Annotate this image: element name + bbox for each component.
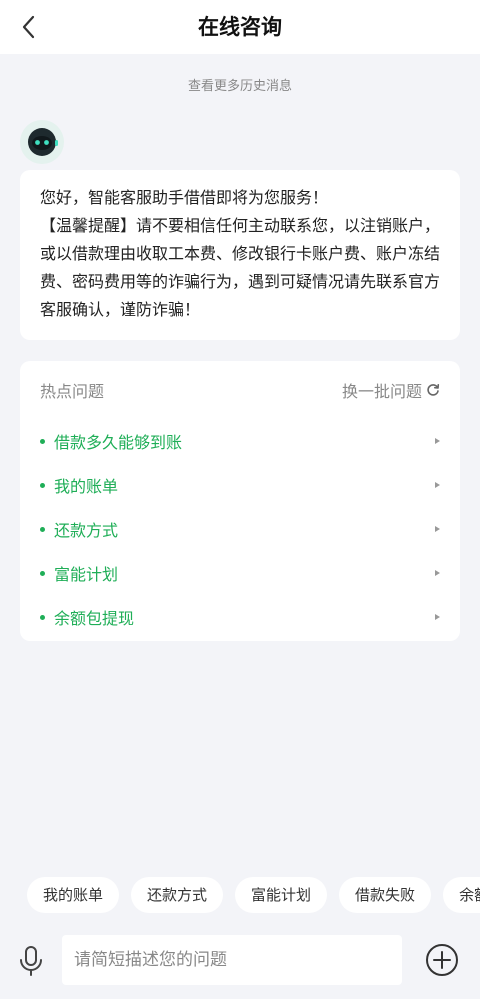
- question-item[interactable]: 余额包提现: [40, 595, 440, 639]
- quick-chip[interactable]: 余额: [443, 877, 480, 913]
- bullet-icon: [40, 482, 45, 488]
- question-label: 还款方式: [54, 521, 119, 540]
- bullet-icon: [40, 570, 45, 576]
- question-label: 我的账单: [54, 477, 119, 496]
- caret-right-icon: [435, 570, 440, 576]
- caret-right-icon: [435, 438, 440, 444]
- microphone-icon: [20, 946, 42, 976]
- quick-chip[interactable]: 借款失败: [339, 877, 432, 913]
- quick-reply-chips: 我的账单 还款方式 富能计划 借款失败 余额: [27, 877, 480, 915]
- hot-questions-card: 热点问题 换一批问题 借款多久能够到账 我的账单 还款方式 富能计划 余额包提现: [20, 361, 460, 641]
- quick-chip[interactable]: 我的账单: [27, 877, 120, 913]
- warning-notice: 【温馨提醒】请不要相信任何主动联系您，以注销账户，或以借款理由收取工本费、修改银…: [40, 216, 441, 319]
- welcome-message: 您好，智能客服助手借借即将为您服务！ 【温馨提醒】请不要相信任何主动联系您，以注…: [20, 170, 460, 340]
- caret-right-icon: [435, 614, 440, 620]
- bullet-icon: [40, 438, 45, 444]
- question-item[interactable]: 富能计划: [40, 551, 440, 595]
- robot-avatar-icon: [20, 120, 64, 164]
- question-label: 借款多久能够到账: [54, 433, 183, 452]
- more-options-button[interactable]: [424, 942, 460, 978]
- question-input[interactable]: [62, 935, 402, 985]
- refresh-icon: [427, 384, 440, 396]
- quick-chip[interactable]: 还款方式: [131, 877, 224, 913]
- bot-avatar: [20, 120, 64, 164]
- page-title: 在线咨询: [198, 15, 282, 39]
- top-bar: 在线咨询: [0, 0, 480, 54]
- welcome-greeting: 您好，智能客服助手借借即将为您服务！: [40, 188, 329, 207]
- voice-input-button[interactable]: [14, 942, 48, 980]
- quick-chip[interactable]: 富能计划: [235, 877, 328, 913]
- bullet-icon: [40, 526, 45, 532]
- question-label: 余额包提现: [54, 609, 135, 628]
- plus-circle-icon: [426, 944, 458, 976]
- question-item[interactable]: 我的账单: [40, 463, 440, 507]
- caret-right-icon: [435, 482, 440, 488]
- question-item[interactable]: 还款方式: [40, 507, 440, 551]
- hot-questions-title: 热点问题: [40, 382, 105, 401]
- bullet-icon: [40, 614, 45, 620]
- caret-right-icon: [435, 526, 440, 532]
- refresh-questions-button[interactable]: 换一批问题: [342, 378, 440, 402]
- history-link[interactable]: 查看更多历史消息: [0, 75, 480, 94]
- refresh-label: 换一批问题: [341, 382, 422, 401]
- question-label: 富能计划: [54, 565, 119, 584]
- question-item[interactable]: 借款多久能够到账: [40, 419, 440, 463]
- hot-questions-header: 热点问题 换一批问题: [40, 361, 440, 419]
